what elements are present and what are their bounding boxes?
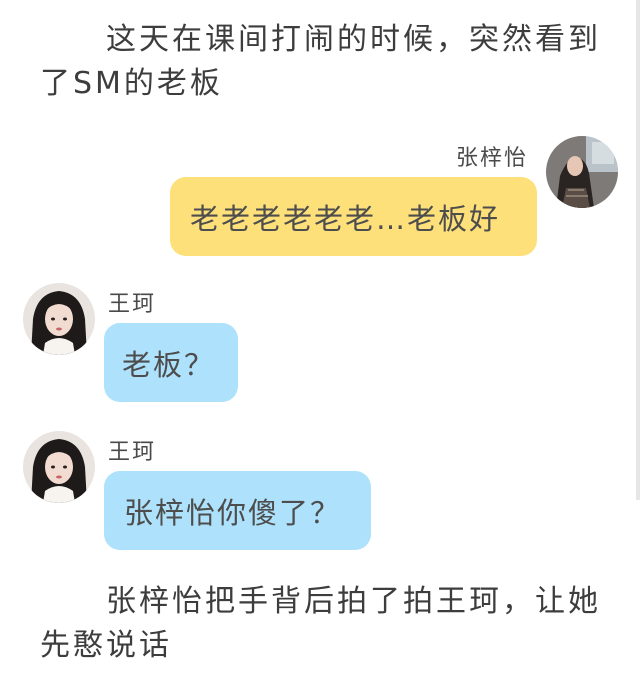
story-page: 这天在课间打闹的时候，突然看到了SM的老板 张梓怡 老老老老老老…老板好 王珂 … — [0, 0, 640, 686]
avatar-photo-icon — [546, 136, 618, 208]
message-text: 张梓怡你傻了？ — [124, 495, 342, 530]
message-text: 老老老老老老…老板好 — [190, 201, 501, 236]
scrollbar[interactable] — [636, 0, 640, 500]
message-text: 老板？ — [122, 347, 216, 382]
avatar-icon[interactable] — [546, 136, 618, 208]
message-bubble[interactable]: 张梓怡你傻了？ — [104, 471, 371, 550]
avatar-photo-icon — [23, 283, 95, 355]
narration-text: 这天在课间打闹的时候，突然看到了SM的老板 — [40, 22, 601, 101]
avatar-icon[interactable] — [23, 431, 95, 503]
sender-name: 王珂 — [108, 440, 157, 465]
narration-text: 张梓怡把手背后拍了拍王珂，让她先憨说话 — [40, 584, 601, 663]
avatar-icon[interactable] — [23, 283, 95, 355]
sender-name: 张梓怡 — [456, 146, 529, 171]
message-bubble[interactable]: 老板？ — [104, 323, 238, 402]
avatar-photo-icon — [23, 431, 95, 503]
message-bubble[interactable]: 老老老老老老…老板好 — [170, 177, 537, 256]
sender-name: 王珂 — [108, 292, 157, 317]
